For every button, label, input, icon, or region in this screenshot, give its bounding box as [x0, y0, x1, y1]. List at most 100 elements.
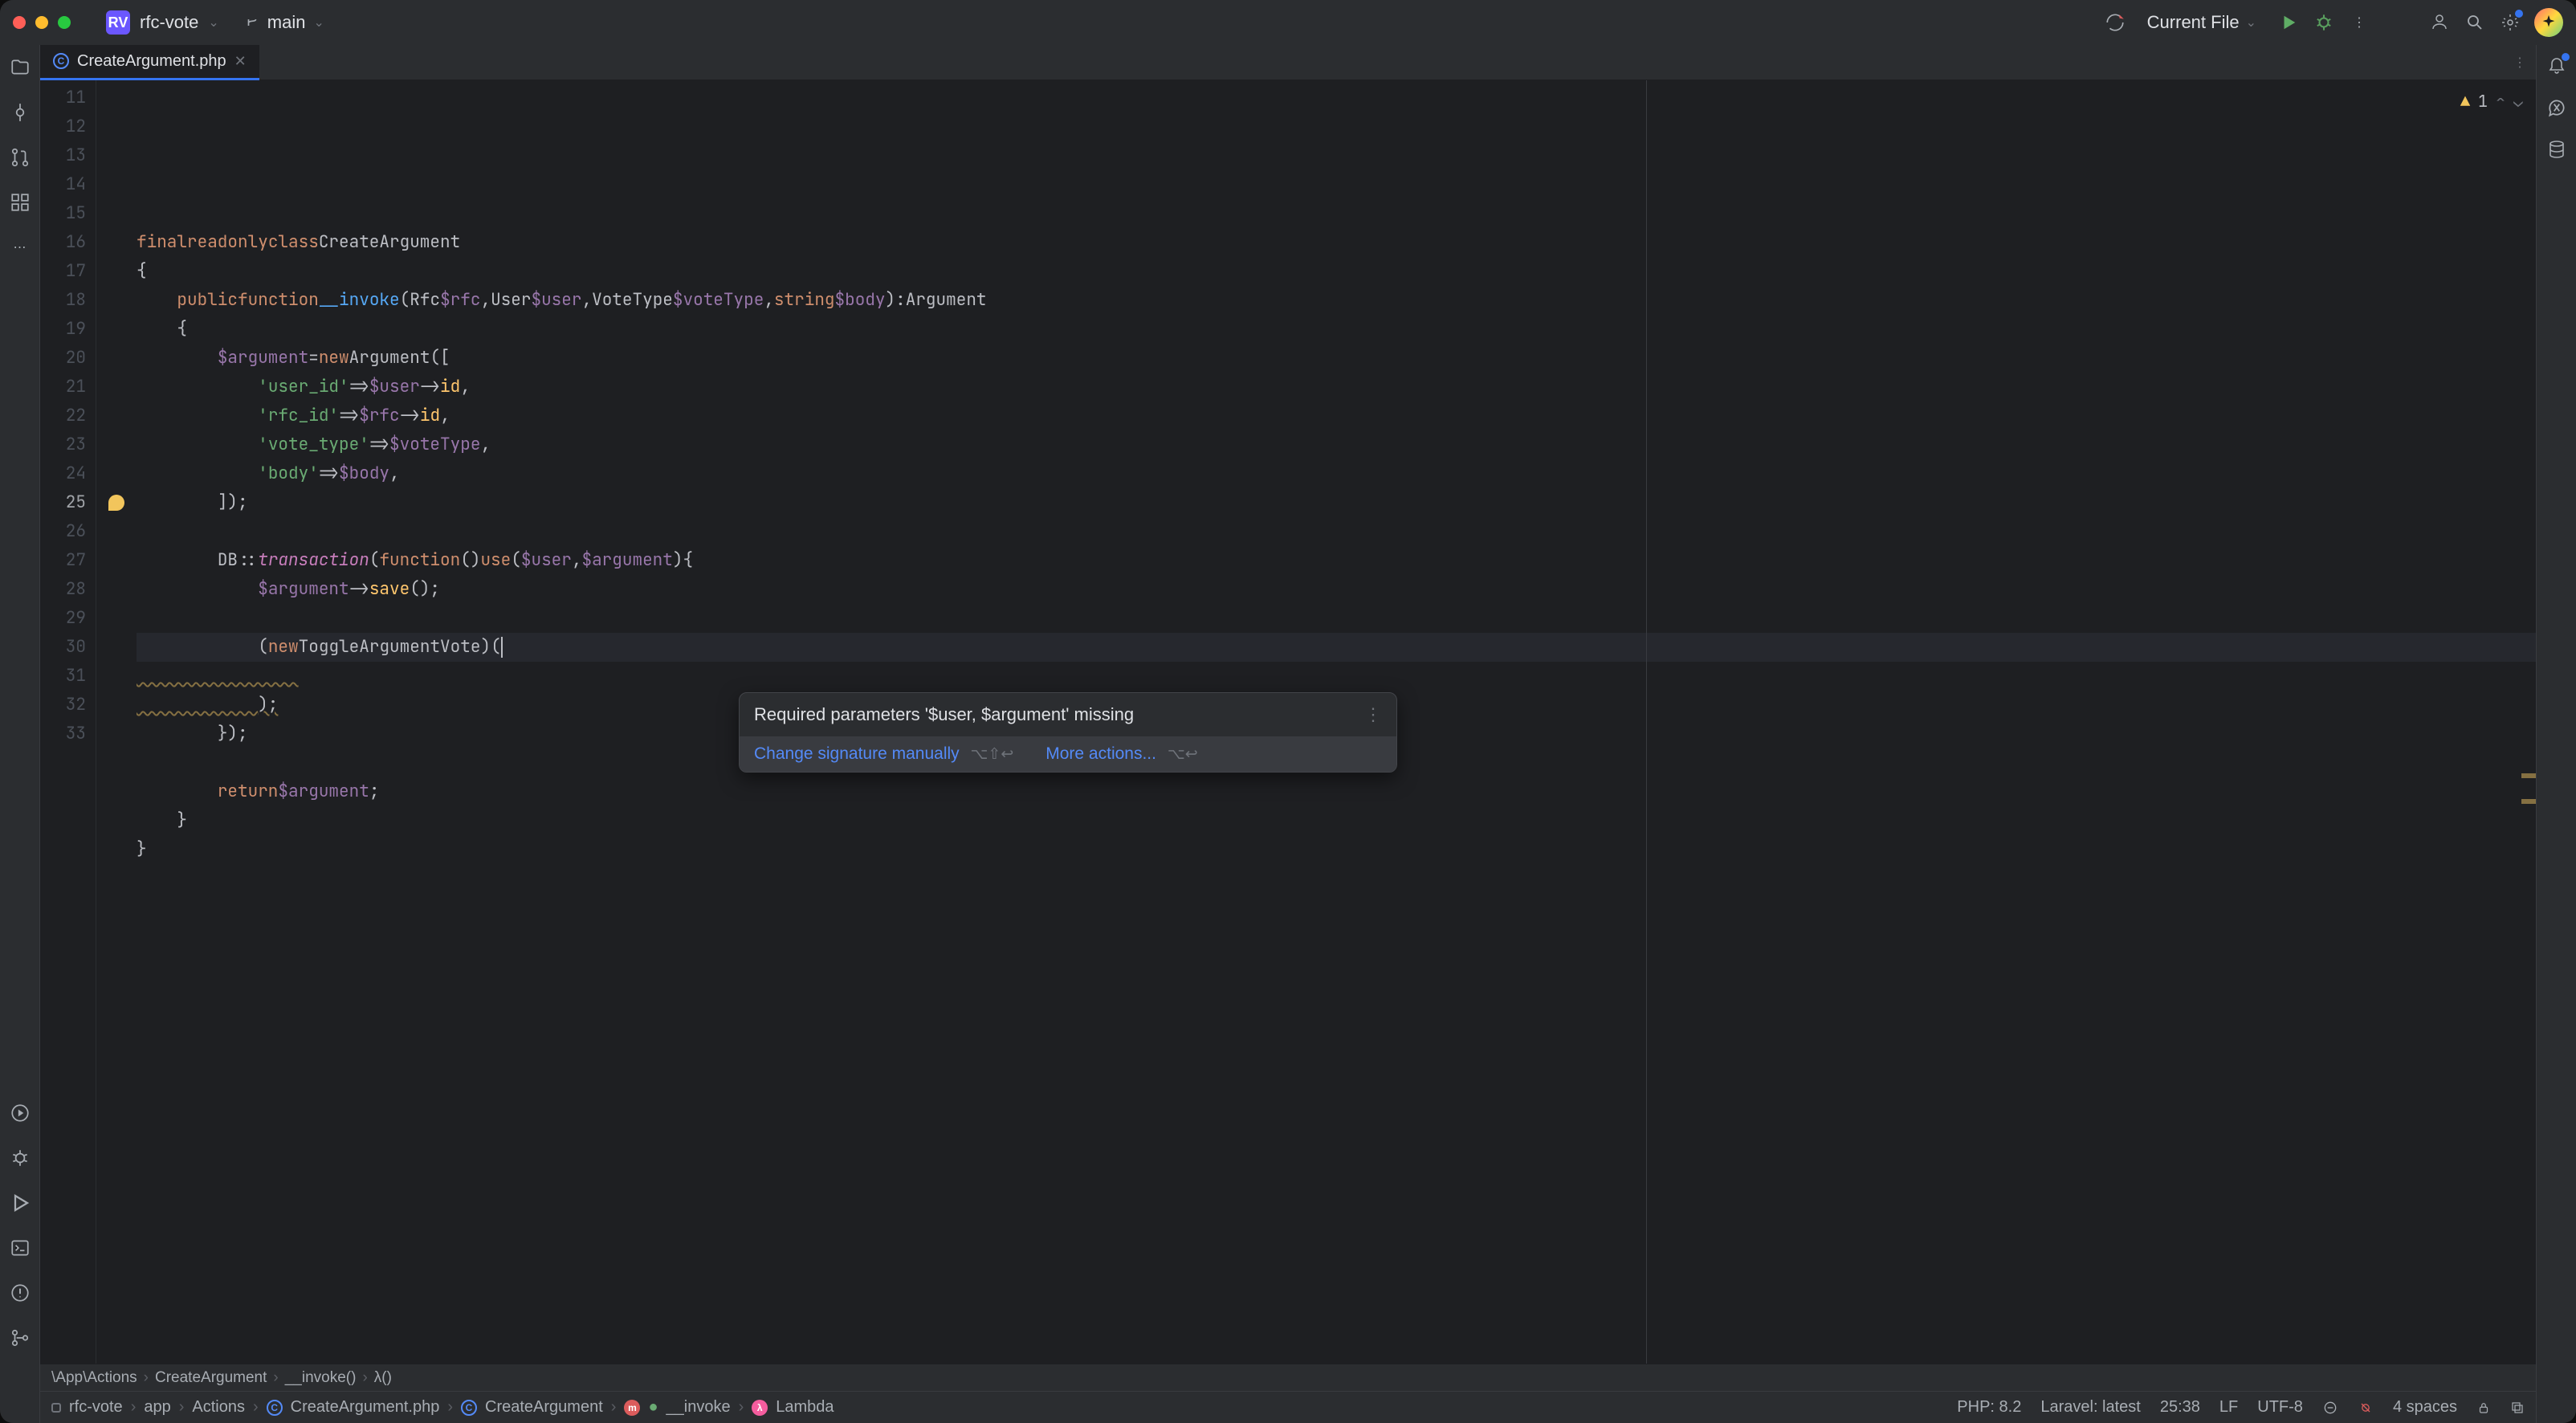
navigation-bar: rfc-vote› app› Actions› C CreateArgument… [40, 1391, 2536, 1423]
run-button[interactable] [2277, 11, 2300, 34]
tab-createargument[interactable]: C CreateArgument.php ✕ [40, 45, 259, 80]
left-tool-stripe: ⋯ [0, 45, 40, 1423]
code-line[interactable]: public function __invoke(Rfc $rfc, User … [137, 286, 2536, 315]
project-selector[interactable]: RV rfc-vote ⌄ [106, 10, 219, 35]
vcs-tool-icon[interactable] [7, 1325, 33, 1351]
code-line[interactable]: return $argument; [137, 777, 2536, 806]
more-run-icon[interactable]: ⋮ [2348, 11, 2370, 34]
status-laravel[interactable]: Laravel: latest [2040, 1398, 2141, 1417]
prev-highlight-icon[interactable]: ⌃ [2496, 87, 2505, 116]
line-gutter: 1112131415161718192021222324252627282930… [40, 80, 96, 1364]
code-editor[interactable]: 1112131415161718192021222324252627282930… [40, 80, 2536, 1364]
tooltip-more-icon[interactable]: ⋮ [1364, 704, 1382, 725]
more-tools-icon[interactable]: ⋯ [7, 234, 33, 260]
code-line[interactable]: } [137, 806, 2536, 835]
problems-tool-icon[interactable] [7, 1280, 33, 1306]
nav-item[interactable]: app [144, 1398, 170, 1417]
debug-listener-icon[interactable] [2358, 1400, 2374, 1416]
run-config-selector[interactable]: Current File ⌄ [2139, 9, 2264, 36]
overlays-icon[interactable] [2510, 1401, 2525, 1415]
code-line[interactable]: 'vote_type' => $voteType, [137, 430, 2536, 459]
run-config-label: Current File [2147, 12, 2240, 33]
lock-icon[interactable] [2476, 1401, 2491, 1415]
code-line[interactable] [137, 604, 2536, 633]
nav-item[interactable]: rfc-vote [69, 1398, 123, 1417]
status-php[interactable]: PHP: 8.2 [1957, 1398, 2021, 1417]
code-line[interactable]: DB::transaction(function () use ($user, … [137, 546, 2536, 575]
structure-tool-icon[interactable] [7, 190, 33, 215]
code-line[interactable] [137, 662, 2536, 691]
code-line[interactable]: $argument = new Argument([ [137, 344, 2536, 373]
code-line[interactable]: 'body' => $body, [137, 459, 2536, 488]
nav-item[interactable]: __invoke [666, 1398, 731, 1417]
breadcrumb-item[interactable]: __invoke() [285, 1369, 357, 1387]
status-indent[interactable]: 4 spaces [2393, 1398, 2457, 1417]
vcs-branch-selector[interactable]: main ⌄ [245, 12, 324, 33]
code-line[interactable]: { [137, 315, 2536, 344]
ai-chat-icon[interactable] [2545, 96, 2568, 119]
class-icon: C [461, 1400, 477, 1416]
nav-item[interactable]: CreateArgument.php [291, 1398, 440, 1417]
lambda-icon: λ [752, 1400, 768, 1416]
debug-button[interactable] [2313, 11, 2335, 34]
notifications-icon[interactable] [2545, 55, 2568, 77]
status-eol[interactable]: LF [2219, 1398, 2238, 1417]
branch-icon [245, 15, 259, 30]
nav-item[interactable]: Actions [192, 1398, 245, 1417]
editor-split-line [1646, 80, 1647, 1364]
code-line[interactable]: $argument->save(); [137, 575, 2536, 604]
code-line[interactable]: { [137, 257, 2536, 286]
commit-tool-icon[interactable] [7, 100, 33, 125]
right-tool-stripe [2536, 45, 2576, 1423]
code-line[interactable]: ]); [137, 488, 2536, 517]
nav-item[interactable]: CreateArgument [485, 1398, 603, 1417]
project-badge: RV [106, 10, 130, 35]
reader-mode-icon[interactable] [2322, 1400, 2338, 1416]
database-tool-icon[interactable] [2545, 138, 2568, 161]
code-line[interactable] [137, 517, 2536, 546]
inspection-widget[interactable]: ▲ 1 ⌃ ⌄ [2460, 87, 2523, 116]
code-line[interactable]: 'rfc_id' => $rfc->id, [137, 402, 2536, 430]
nav-item[interactable]: Lambda [776, 1398, 834, 1417]
method-icon: m [624, 1400, 640, 1416]
run-tool-icon[interactable] [7, 1190, 33, 1216]
branch-name: main [267, 12, 306, 33]
code-line[interactable]: (new ToggleArgumentVote)( [137, 633, 2536, 662]
ai-assistant-icon[interactable] [2534, 8, 2563, 37]
minimize-window[interactable] [35, 16, 48, 29]
code-line[interactable]: 'user_id' => $user->id, [137, 373, 2536, 402]
code-line[interactable]: final readonly class CreateArgument [137, 228, 2536, 257]
tabs-more-icon[interactable]: ⋮ [2513, 51, 2536, 74]
class-icon: C [53, 53, 69, 69]
chevron-down-icon: ⌄ [313, 14, 324, 31]
breadcrumb[interactable]: \App\Actions › CreateArgument › __invoke… [40, 1364, 2536, 1391]
terminal-tool-icon[interactable] [7, 1235, 33, 1261]
inspection-tooltip: Required parameters '$user, $argument' m… [739, 692, 1397, 773]
breadcrumb-item[interactable]: \App\Actions [51, 1369, 137, 1387]
tooltip-action-more[interactable]: More actions... ⌥↩ [1045, 744, 1197, 764]
settings-icon[interactable] [2499, 11, 2521, 34]
status-encoding[interactable]: UTF-8 [2257, 1398, 2303, 1417]
breadcrumb-item[interactable]: CreateArgument [155, 1369, 267, 1387]
project-tool-icon[interactable] [7, 55, 33, 80]
code-line[interactable] [137, 864, 2536, 893]
services-tool-icon[interactable] [7, 1100, 33, 1126]
intention-bulb-icon[interactable] [108, 495, 124, 511]
close-tab-icon[interactable]: ✕ [234, 53, 247, 70]
code-with-me-icon[interactable] [2428, 11, 2451, 34]
updates-icon[interactable] [2104, 11, 2126, 34]
debug-tool-icon[interactable] [7, 1145, 33, 1171]
status-position[interactable]: 25:38 [2160, 1398, 2200, 1417]
zoom-window[interactable] [58, 16, 71, 29]
chevron-down-icon: ⌄ [208, 14, 218, 31]
breadcrumb-item[interactable]: λ() [374, 1369, 392, 1387]
close-window[interactable] [13, 16, 26, 29]
pull-requests-icon[interactable] [7, 145, 33, 170]
search-icon[interactable] [2464, 11, 2486, 34]
error-stripe[interactable] [2520, 80, 2536, 1364]
code-line[interactable]: } [137, 835, 2536, 864]
tab-label: CreateArgument.php [77, 52, 226, 71]
tooltip-action-change-signature[interactable]: Change signature manually ⌥⇧↩ [754, 744, 1013, 764]
editor-tabs: C CreateArgument.php ✕ ⋮ [40, 45, 2536, 80]
module-icon [51, 1403, 61, 1413]
